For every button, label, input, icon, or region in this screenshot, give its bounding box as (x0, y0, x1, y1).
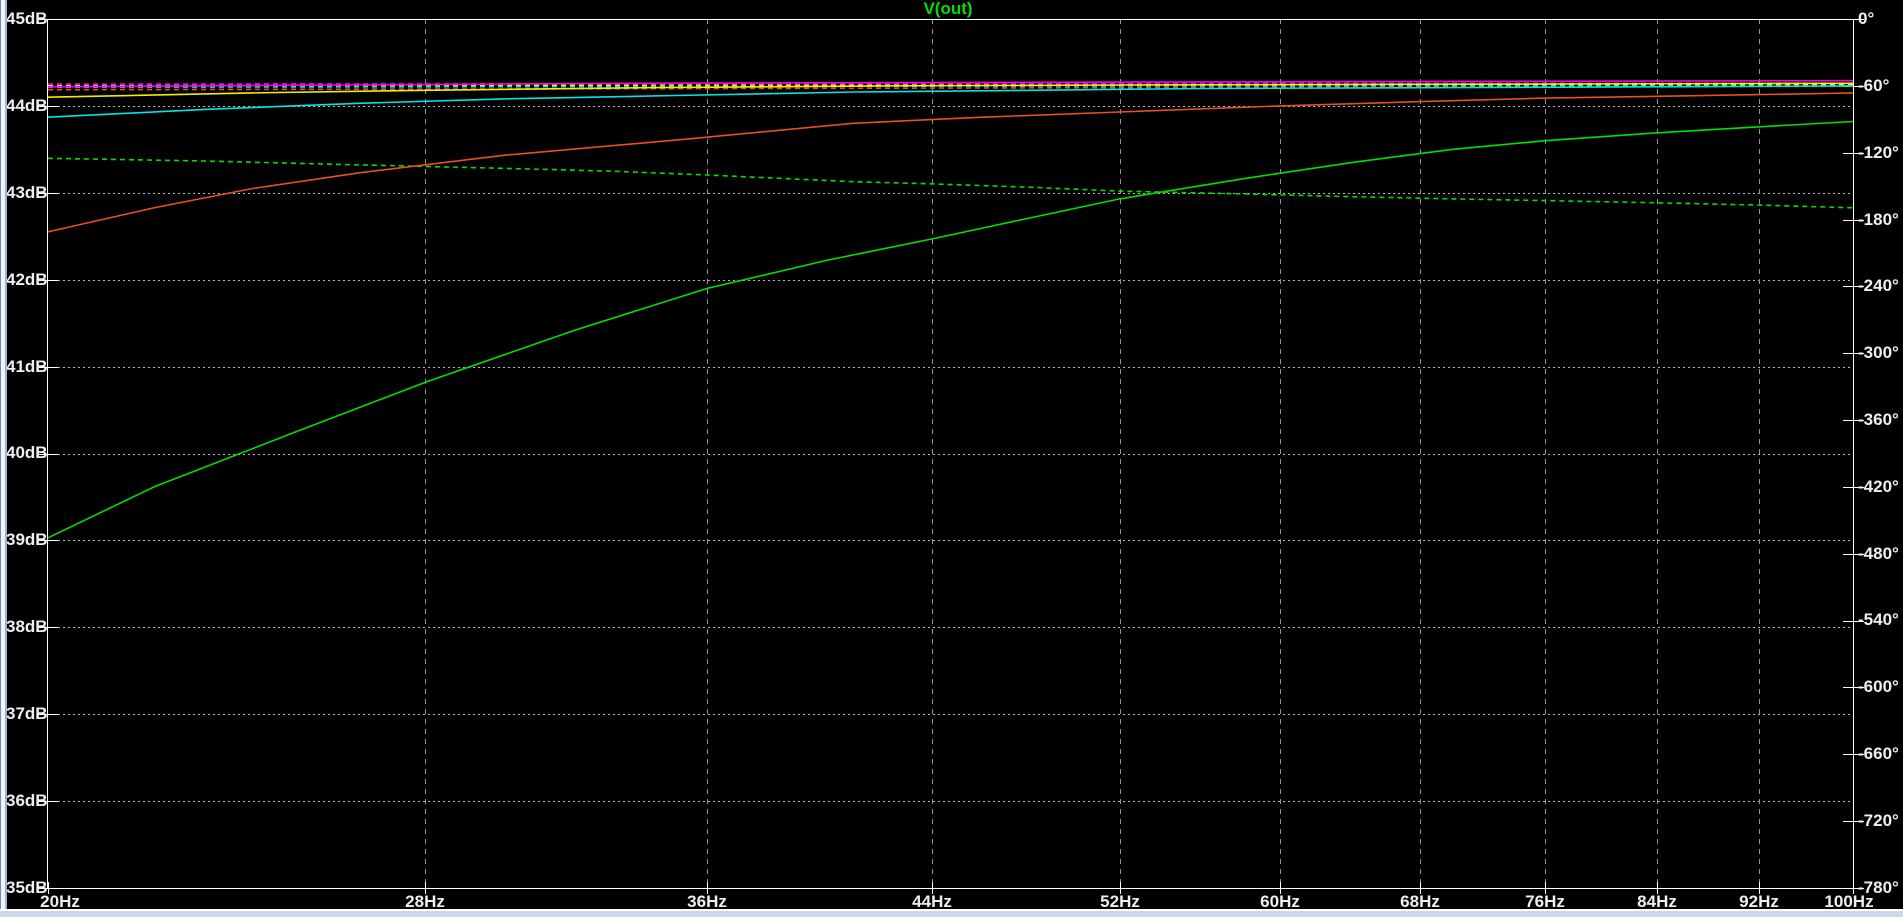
right-axis-label: -600° (1858, 677, 1899, 696)
right-axis-label: -300° (1858, 343, 1899, 362)
left-axis-label: 37dB (6, 704, 48, 723)
window-border-left (0, 0, 7, 917)
window-border-bottom (0, 909, 1903, 917)
left-axis-label: 45dB (6, 9, 48, 28)
right-axis-label: -240° (1858, 276, 1899, 295)
trace-gain-red (47, 92, 1854, 233)
trace-phase-green (47, 157, 1854, 209)
trace-gain-cyan (47, 85, 1854, 118)
right-axis-label: -540° (1858, 610, 1899, 629)
left-axis-label: 43dB (6, 183, 48, 202)
left-axis-label: 42dB (6, 270, 48, 289)
right-axis-label: -660° (1858, 744, 1899, 763)
right-axis-label: -480° (1858, 544, 1899, 563)
right-axis-label: -420° (1858, 477, 1899, 496)
left-axis-label: 38dB (6, 617, 48, 636)
left-axis-label: 40dB (6, 443, 48, 462)
right-axis-label: -720° (1858, 811, 1899, 830)
plot-pane: V(out) 45dB 44dB 43dB 42dB 41dB 40dB 39d… (0, 0, 1903, 917)
right-axis-label: 0° (1858, 9, 1875, 28)
right-axis-label: -180° (1858, 210, 1899, 229)
right-axis-label: -120° (1858, 143, 1899, 162)
trace-legend-title[interactable]: V(out) (923, 0, 972, 18)
left-axis-label: 44dB (6, 96, 48, 115)
left-axis-label: 36dB (6, 791, 48, 810)
left-axis-label: 41dB (6, 357, 48, 376)
left-axis-label: 39dB (6, 530, 48, 549)
right-axis-label: -360° (1858, 410, 1899, 429)
right-axis-label: -60° (1858, 76, 1890, 95)
plot-area[interactable] (0, 0, 1903, 917)
